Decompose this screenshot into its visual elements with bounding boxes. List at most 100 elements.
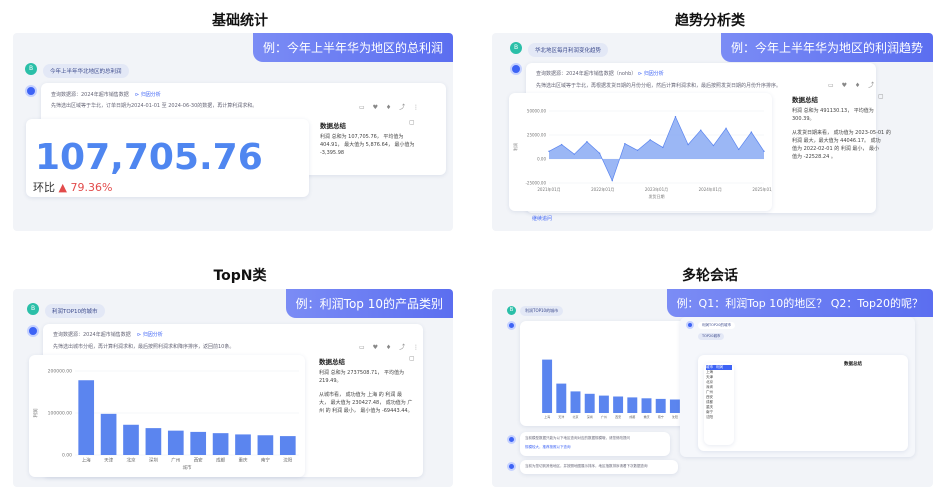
trend-point bbox=[573, 153, 575, 155]
chip-top20[interactable]: TOP20城市 bbox=[698, 333, 725, 340]
y-tick-label: -25000.00 bbox=[525, 181, 546, 186]
trend-point bbox=[725, 127, 727, 129]
x-tick-label: 西安 bbox=[615, 414, 621, 419]
summary-title: 数据总结 bbox=[844, 362, 862, 367]
bar bbox=[190, 431, 207, 455]
bar bbox=[235, 434, 251, 455]
x-tick-label: 天津 bbox=[558, 414, 564, 419]
bot-icon bbox=[510, 63, 522, 75]
action-icons: ▭ ♥ ♦ ⤴ ⋮ bbox=[359, 344, 423, 351]
bar bbox=[556, 383, 567, 413]
x-tick-label: 沈阳 bbox=[283, 457, 292, 464]
banner-basic: 例：今年上半年华为地区的总利润 bbox=[252, 33, 453, 62]
x-tick-label: 上海 bbox=[82, 457, 91, 464]
mini-table: 城市 利润 上海 天津 北京 深圳 广州 西安 成都 重庆 南宁 沈阳 bbox=[704, 363, 734, 445]
bar bbox=[279, 436, 296, 455]
summary-title: 数据总结 bbox=[320, 122, 346, 130]
user-query-bubble-2: 利润TOP20的城市 bbox=[698, 322, 735, 329]
trend-point bbox=[560, 143, 563, 146]
user-avatar: B bbox=[510, 42, 522, 54]
filter-text: 先筛选出城市分组，再计算利润求和，最后按照利润求和降序排序，返回前10条。 bbox=[53, 344, 235, 350]
x-tick-label: 天津 bbox=[104, 457, 113, 464]
trend-point bbox=[674, 116, 677, 118]
multi-bar-chart: 上海 天津 北京 深圳 广州 西安 成都 重庆 南宁 沈阳 bbox=[542, 359, 680, 419]
bar bbox=[627, 397, 638, 413]
user-avatar: B bbox=[507, 306, 516, 315]
bar bbox=[167, 430, 184, 455]
query-meta: 查询数据源：2024年超市销售数据 bbox=[51, 92, 129, 98]
user-avatar: B bbox=[25, 63, 37, 75]
x-axis-label: 发货日期 bbox=[649, 193, 665, 199]
copy-icon[interactable]: ▢ bbox=[878, 93, 887, 100]
trend-area bbox=[549, 116, 764, 181]
user-query-bubble: 华北地区每月利润变化趋势 bbox=[528, 43, 609, 57]
attribution-link[interactable]: ⊳ 归因分析 bbox=[135, 91, 161, 98]
panel-topn: 例：利润Top 10的产品类别 B 利润TOP10的城市 查询数据源：2024年… bbox=[13, 289, 453, 487]
x-tick-label: 广州 bbox=[601, 414, 607, 419]
bot-icon-3 bbox=[507, 462, 516, 471]
bar bbox=[145, 428, 162, 455]
summary-title: 数据总结 bbox=[792, 96, 818, 104]
followup-text-2: 当前为您切到其他地区，并按照地图展示排序，地区指数排序请看下次数据查询 bbox=[525, 464, 648, 468]
summary-text: 利润 总和为 107,705.76， 平均值为 404.91， 最大值为 5,8… bbox=[320, 134, 415, 156]
query-meta: 查询数据源：2024年超市销售数据 bbox=[53, 332, 131, 338]
continue-ask-link[interactable]: 继续追问 bbox=[532, 215, 552, 222]
bot-icon-2 bbox=[507, 435, 516, 444]
bar bbox=[598, 395, 609, 413]
user-query-bubble: 利润TOP10的城市 bbox=[45, 304, 105, 318]
bar bbox=[123, 424, 139, 455]
summary-text: 利润 总和为 2737508.71， 平均值为 219.49。 从城市看， 成功… bbox=[319, 370, 413, 414]
x-tick-label: 深圳 bbox=[587, 414, 593, 419]
trend-line-chart: 50000.00 25000.00 0.00 -25000.002021年01月 202… bbox=[512, 109, 772, 200]
bar bbox=[100, 413, 117, 455]
panel-trend: 例：今年上半年华为地区的利润趋势 B 华北地区每月利润变化趋势 查询数据源：20… bbox=[492, 33, 933, 231]
total-profit-value: 107,705.76 bbox=[35, 137, 263, 178]
filter-text: 先筛选出区域等于华北，订单日期为2024-01-01 至 2024-06-30的… bbox=[51, 103, 258, 109]
x-tick-label: 2024年01月 bbox=[699, 186, 722, 192]
bot-icon bbox=[25, 85, 37, 97]
trend-point bbox=[662, 146, 664, 149]
bot-icon bbox=[507, 321, 516, 330]
x-tick-label: 2023年01月 bbox=[645, 186, 668, 192]
trend-point bbox=[649, 139, 651, 141]
ratio-label: 环比 bbox=[33, 181, 55, 194]
bar bbox=[257, 435, 274, 455]
section-title-basic: 基础统计 bbox=[212, 13, 268, 29]
banner-multi: 例：Q1：利润Top 10的地区？ Q2：Top20的呢？ bbox=[666, 289, 933, 317]
bar bbox=[78, 380, 95, 455]
x-tick-label: 北京 bbox=[572, 414, 578, 419]
user-avatar: B bbox=[27, 303, 39, 315]
y-tick-label: 200000.00 bbox=[48, 369, 72, 375]
trend-point bbox=[598, 152, 601, 154]
x-tick-label: 北京 bbox=[127, 457, 136, 464]
trend-point bbox=[738, 148, 740, 151]
trend-point bbox=[712, 144, 715, 147]
attribution-link[interactable]: ⊳ 归因分析 bbox=[638, 70, 664, 77]
panel-multi: 例：Q1：利润Top 10的地区？ Q2：Top20的呢？ B 利润TOP10的… bbox=[492, 289, 933, 487]
section-title-topn: TopN类 bbox=[213, 268, 267, 284]
bar bbox=[655, 398, 666, 413]
copy-icon[interactable]: ▢ bbox=[409, 355, 418, 362]
copy-icon[interactable]: ▢ bbox=[409, 119, 418, 126]
banner-topn: 例：利润Top 10的产品类别 bbox=[285, 289, 453, 318]
summary-text: 利润 总和为 491130.13， 平均值为 300.39。 从发货日期来看， … bbox=[792, 108, 891, 160]
bot-icon bbox=[27, 325, 39, 337]
bar bbox=[613, 396, 624, 413]
trend-point bbox=[586, 141, 588, 143]
x-tick-label: 南宁 bbox=[658, 414, 664, 419]
trend-point bbox=[624, 142, 626, 145]
y-axis-label: 利润 bbox=[32, 408, 39, 417]
ratio-row: 环比 ▲ 79.36% bbox=[33, 179, 112, 195]
filter-text: 先筛选出区域等于华北，再根据发货日期的月份分组，然后计算利润求和，最后按照发货日… bbox=[536, 83, 782, 89]
y-tick-label: 50000.00 bbox=[527, 109, 547, 114]
attribution-link[interactable]: ⊳ 归因分析 bbox=[137, 331, 163, 338]
trend-point bbox=[750, 131, 753, 133]
y-tick-label: 0.00 bbox=[537, 157, 546, 162]
bar bbox=[584, 393, 595, 413]
x-tick-label: 西安 bbox=[194, 457, 203, 464]
action-icons: ▭ ♥ ♦ ⤴ ⋮ bbox=[359, 104, 423, 111]
x-tick-label: 沈阳 bbox=[672, 414, 678, 419]
section-title-trend: 趋势分析类 bbox=[675, 13, 745, 29]
followup-tag[interactable]: 规模较大，推荐按照以下查询 bbox=[525, 445, 571, 450]
x-tick-label: 2022年01月 bbox=[591, 186, 614, 192]
